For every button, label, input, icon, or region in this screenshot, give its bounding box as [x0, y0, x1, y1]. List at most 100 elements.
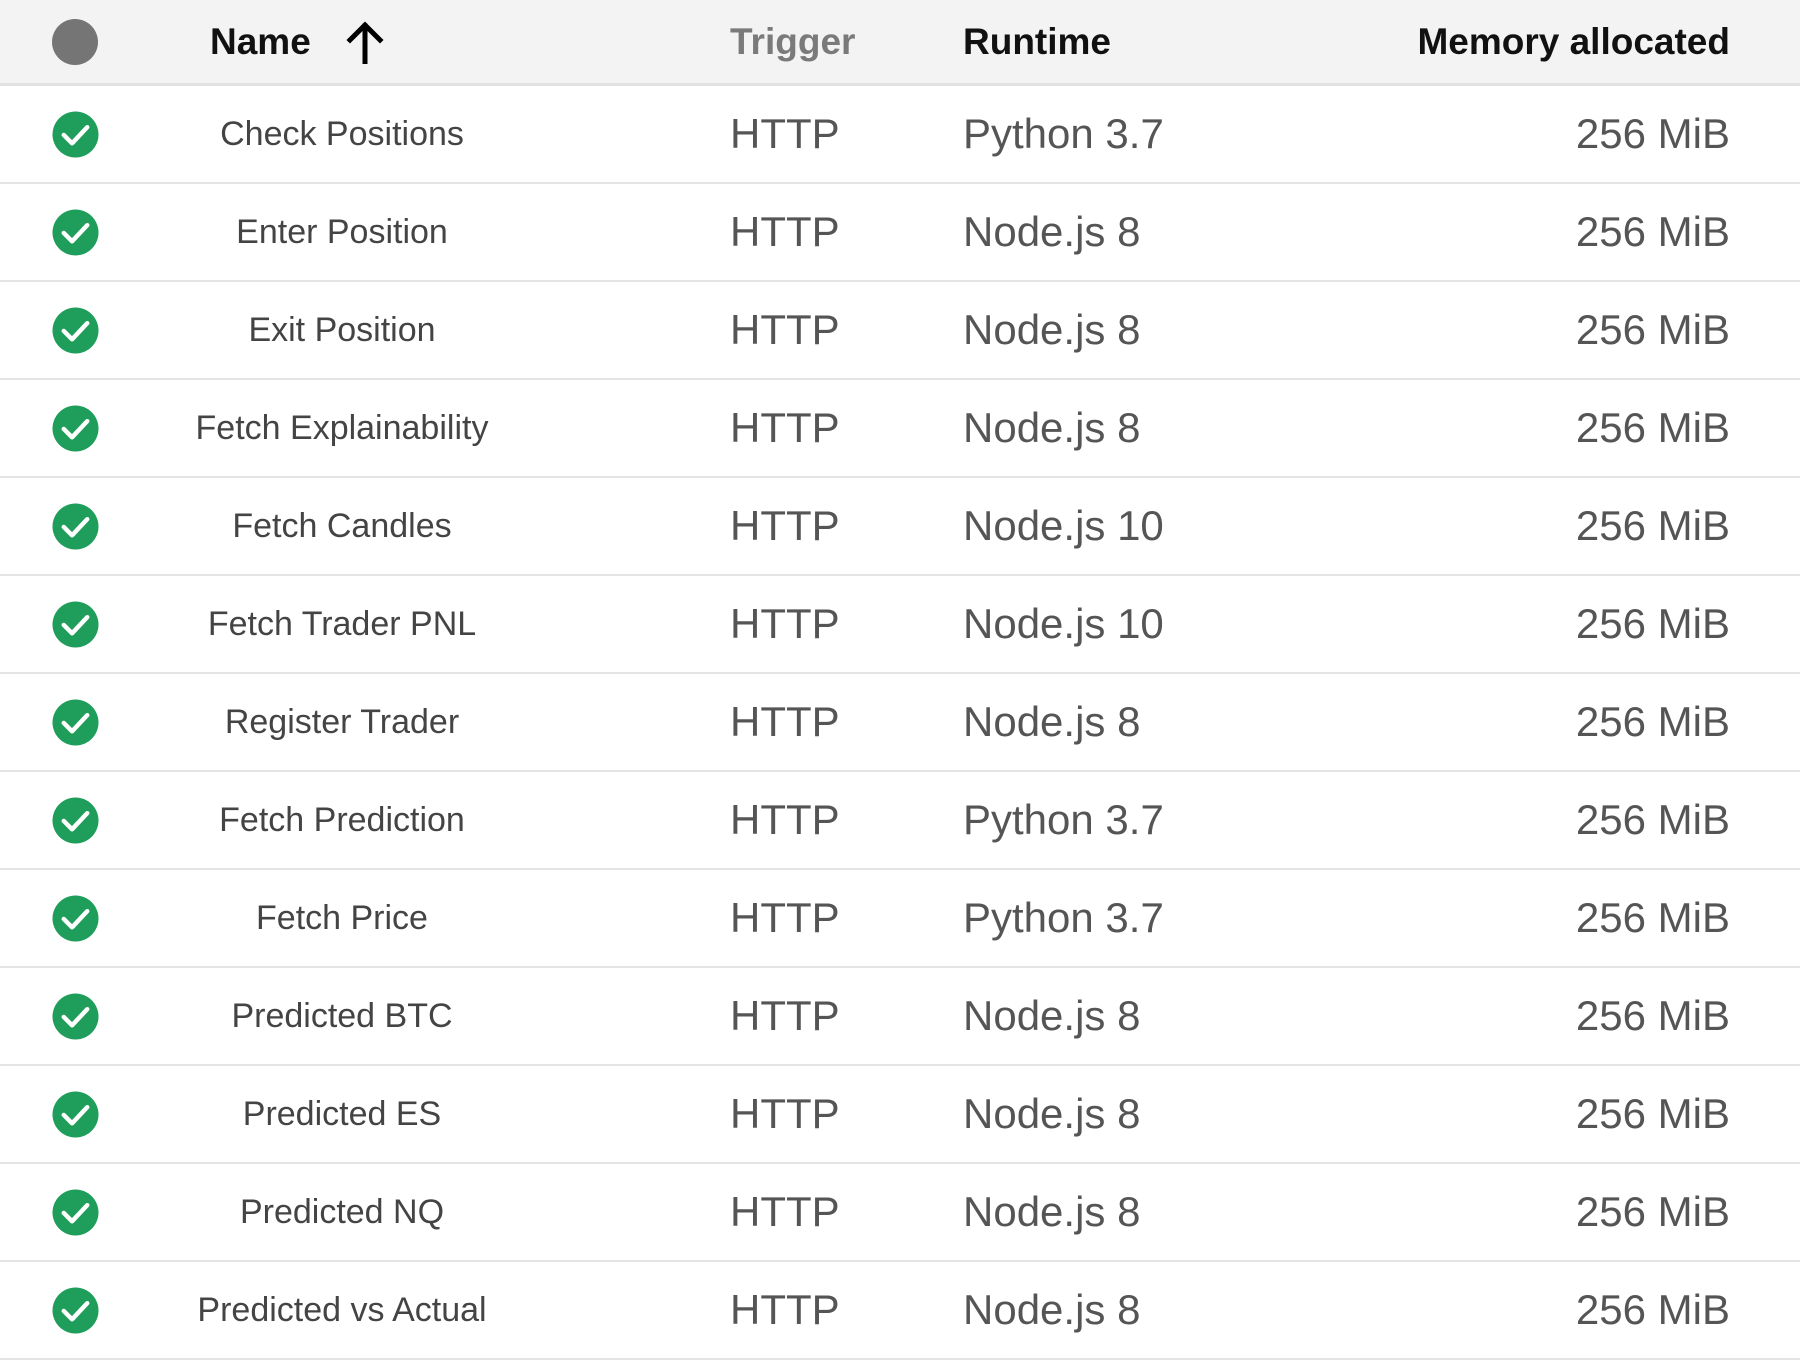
- function-name-link[interactable]: Fetch Explainability: [196, 409, 489, 448]
- runtime-cell: Node.js 8: [963, 1066, 1140, 1162]
- table-row[interactable]: Exit Position HTTP Node.js 8 256 MiB: [0, 282, 1800, 380]
- status-cell: [50, 1066, 100, 1162]
- header-runtime-label: Runtime: [963, 20, 1111, 62]
- check-circle-icon: [51, 1090, 99, 1138]
- name-cell[interactable]: Check Positions: [160, 86, 524, 182]
- trigger-cell: HTTP: [730, 478, 840, 574]
- header-name-column[interactable]: Name: [210, 0, 385, 83]
- table-row[interactable]: Fetch Trader PNL HTTP Node.js 10 256 MiB: [0, 576, 1800, 674]
- memory-cell: 256 MiB: [1576, 380, 1730, 476]
- memory-value: 256 MiB: [1575, 698, 1730, 745]
- memory-cell: 256 MiB: [1576, 86, 1730, 182]
- function-name-link[interactable]: Fetch Price: [256, 899, 428, 938]
- runtime-value: Node.js 8: [963, 1090, 1141, 1137]
- runtime-value: Node.js 8: [963, 208, 1141, 255]
- trigger-cell: HTTP: [730, 380, 840, 476]
- check-circle-icon: [51, 992, 99, 1040]
- table-row[interactable]: Predicted BTC HTTP Node.js 8 256 MiB: [0, 968, 1800, 1066]
- runtime-value: Node.js 8: [963, 404, 1141, 451]
- table-row[interactable]: Predicted NQ HTTP Node.js 8 256 MiB: [0, 1164, 1800, 1262]
- name-cell[interactable]: Predicted NQ: [160, 1164, 524, 1260]
- memory-value: 256 MiB: [1575, 1188, 1730, 1235]
- status-cell: [50, 1164, 100, 1260]
- function-name-link[interactable]: Predicted vs Actual: [197, 1291, 486, 1330]
- check-circle-icon: [51, 698, 99, 746]
- name-cell[interactable]: Register Trader: [160, 674, 524, 770]
- name-cell[interactable]: Enter Position: [160, 184, 524, 280]
- check-circle-icon: [51, 306, 99, 354]
- memory-value: 256 MiB: [1575, 1090, 1730, 1137]
- function-name-link[interactable]: Fetch Prediction: [219, 801, 465, 840]
- table-row[interactable]: Predicted vs Actual HTTP Node.js 8 256 M…: [0, 1262, 1800, 1360]
- runtime-cell: Node.js 8: [963, 1164, 1140, 1260]
- function-name-link[interactable]: Predicted BTC: [231, 997, 452, 1036]
- name-cell[interactable]: Fetch Trader PNL: [160, 576, 524, 672]
- memory-value: 256 MiB: [1575, 404, 1730, 451]
- name-cell[interactable]: Exit Position: [160, 282, 524, 378]
- table-row[interactable]: Check Positions HTTP Python 3.7 256 MiB: [0, 86, 1800, 184]
- memory-value: 256 MiB: [1575, 992, 1730, 1039]
- header-memory-label: Memory allocated: [1417, 20, 1730, 62]
- runtime-value: Node.js 8: [963, 1286, 1141, 1333]
- trigger-value: HTTP: [730, 894, 840, 941]
- memory-cell: 256 MiB: [1576, 1164, 1730, 1260]
- header-trigger-column: Trigger: [730, 0, 855, 83]
- name-cell[interactable]: Fetch Candles: [160, 478, 524, 574]
- function-name-link[interactable]: Predicted NQ: [240, 1193, 444, 1232]
- table-row[interactable]: Fetch Explainability HTTP Node.js 8 256 …: [0, 380, 1800, 478]
- trigger-value: HTTP: [730, 600, 840, 647]
- runtime-value: Node.js 8: [963, 992, 1141, 1039]
- name-cell[interactable]: Fetch Prediction: [160, 772, 524, 868]
- memory-value: 256 MiB: [1575, 600, 1730, 647]
- header-status-column[interactable]: [50, 0, 100, 83]
- trigger-value: HTTP: [730, 404, 840, 451]
- name-cell[interactable]: Fetch Explainability: [160, 380, 524, 476]
- trigger-cell: HTTP: [730, 184, 840, 280]
- check-circle-icon: [51, 502, 99, 550]
- trigger-value: HTTP: [730, 110, 840, 157]
- memory-value: 256 MiB: [1575, 502, 1730, 549]
- name-cell[interactable]: Predicted vs Actual: [160, 1262, 524, 1358]
- name-cell[interactable]: Fetch Price: [160, 870, 524, 966]
- memory-value: 256 MiB: [1575, 1286, 1730, 1333]
- table-row[interactable]: Fetch Prediction HTTP Python 3.7 256 MiB: [0, 772, 1800, 870]
- name-cell[interactable]: Predicted BTC: [160, 968, 524, 1064]
- trigger-cell: HTTP: [730, 870, 840, 966]
- trigger-cell: HTTP: [730, 576, 840, 672]
- name-cell[interactable]: Predicted ES: [160, 1066, 524, 1162]
- memory-value: 256 MiB: [1575, 894, 1730, 941]
- runtime-value: Node.js 10: [963, 502, 1164, 549]
- status-cell: [50, 870, 100, 966]
- check-circle-icon: [51, 796, 99, 844]
- runtime-value: Node.js 8: [963, 1188, 1141, 1235]
- function-name-link[interactable]: Register Trader: [225, 703, 459, 742]
- memory-cell: 256 MiB: [1576, 968, 1730, 1064]
- table-row[interactable]: Enter Position HTTP Node.js 8 256 MiB: [0, 184, 1800, 282]
- memory-cell: 256 MiB: [1576, 1262, 1730, 1358]
- trigger-value: HTTP: [730, 306, 840, 353]
- memory-cell: 256 MiB: [1576, 674, 1730, 770]
- header-runtime-column[interactable]: Runtime: [963, 0, 1111, 83]
- function-name-link[interactable]: Exit Position: [248, 311, 435, 350]
- runtime-value: Python 3.7: [963, 110, 1164, 157]
- status-cell: [50, 184, 100, 280]
- arrow-up-icon[interactable]: [345, 20, 385, 64]
- runtime-cell: Python 3.7: [963, 870, 1164, 966]
- header-memory-column[interactable]: Memory allocated: [1417, 0, 1730, 83]
- table-row[interactable]: Register Trader HTTP Node.js 8 256 MiB: [0, 674, 1800, 772]
- table-row[interactable]: Fetch Price HTTP Python 3.7 256 MiB: [0, 870, 1800, 968]
- function-name-link[interactable]: Check Positions: [220, 115, 464, 154]
- function-name-link[interactable]: Predicted ES: [243, 1095, 441, 1134]
- table-row[interactable]: Fetch Candles HTTP Node.js 10 256 MiB: [0, 478, 1800, 576]
- function-name-link[interactable]: Enter Position: [236, 213, 448, 252]
- runtime-cell: Node.js 8: [963, 674, 1140, 770]
- memory-value: 256 MiB: [1575, 208, 1730, 255]
- memory-cell: 256 MiB: [1576, 282, 1730, 378]
- table-row[interactable]: Predicted ES HTTP Node.js 8 256 MiB: [0, 1066, 1800, 1164]
- runtime-value: Node.js 10: [963, 600, 1164, 647]
- status-cell: [50, 968, 100, 1064]
- trigger-cell: HTTP: [730, 674, 840, 770]
- function-name-link[interactable]: Fetch Candles: [232, 507, 451, 546]
- function-name-link[interactable]: Fetch Trader PNL: [208, 605, 476, 644]
- check-circle-icon: [51, 1188, 99, 1236]
